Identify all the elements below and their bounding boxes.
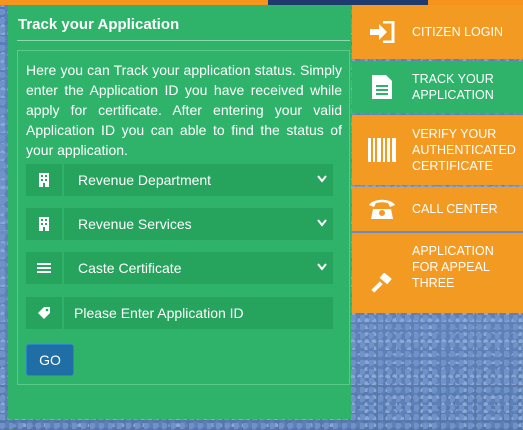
list-icon [26,252,62,284]
barcode-icon [352,138,412,162]
verify-certificate-tile[interactable]: VERIFY YOUR AUTHENTICATED CERTIFICATE [352,115,523,185]
citizen-login-tile[interactable]: CITIZEN LOGIN [352,5,523,59]
track-application-label: TRACK YOUR APPLICATION [412,72,494,102]
building-icon [26,164,62,196]
track-application-panel: Track your Application Here you can Trac… [8,5,351,419]
verify-certificate-label: VERIFY YOUR AUTHENTICATED CERTIFICATE [412,127,516,173]
citizen-login-label: CITIZEN LOGIN [412,25,503,39]
panel-title: Track your Application [18,16,180,33]
certificate-select-box[interactable]: Caste Certificate [64,252,333,284]
application-id-placeholder: Please Enter Application ID [74,305,244,321]
phone-icon [352,198,412,220]
service-select[interactable]: Revenue Services [26,208,333,240]
department-select[interactable]: Revenue Department [26,164,333,196]
service-select-box[interactable]: Revenue Services [64,208,333,240]
call-center-label: CALL CENTER [412,202,498,216]
certificate-select[interactable]: Caste Certificate [26,252,333,284]
login-icon [352,21,412,43]
chevron-down-icon [317,175,327,183]
appeal-application-label: APPLICATION FOR APPEAL THREE [412,244,494,290]
building-icon [26,208,62,240]
go-button[interactable]: GO [26,344,74,376]
intro-text: Here you can Track your application stat… [26,62,342,158]
tag-icon [26,297,62,329]
department-select-box[interactable]: Revenue Department [64,164,333,196]
application-id-input[interactable]: Please Enter Application ID [64,297,333,329]
appeal-application-tile[interactable]: APPLICATION FOR APPEAL THREE [352,233,523,313]
certificate-value: Caste Certificate [78,260,182,276]
document-icon [352,74,412,100]
service-value: Revenue Services [78,216,192,232]
gavel-icon [352,243,412,297]
chevron-down-icon [317,263,327,271]
department-value: Revenue Department [78,172,212,188]
track-application-tile[interactable]: TRACK YOUR APPLICATION [352,61,523,113]
chevron-down-icon [317,219,327,227]
title-divider [17,40,350,41]
call-center-tile[interactable]: CALL CENTER [352,187,523,231]
application-id-field[interactable]: Please Enter Application ID [26,297,333,329]
